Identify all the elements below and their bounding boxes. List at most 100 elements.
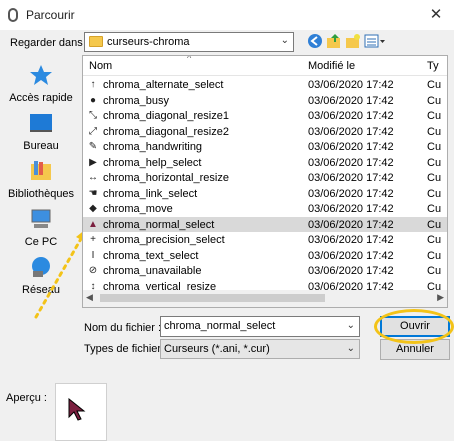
column-type[interactable]: Ty xyxy=(427,60,439,72)
file-date: 03/06/2020 17:42 xyxy=(308,218,394,231)
file-row[interactable]: ✎ chroma_handwriting 03/06/2020 17:42 Cu xyxy=(83,139,447,155)
file-name: chroma_diagonal_resize1 xyxy=(103,110,229,122)
filename-label: Nom du fichier : xyxy=(84,322,162,334)
file-list[interactable]: ^ Nom Modifié le Ty ↑ chroma_alternate_se… xyxy=(82,55,448,308)
cursor-preview-icon xyxy=(68,398,86,421)
network-icon xyxy=(32,257,50,277)
file-row[interactable]: ⤡ chroma_diagonal_resize1 03/06/2020 17:42… xyxy=(83,108,447,124)
file-type: Cu xyxy=(427,110,442,122)
file-date: 03/06/2020 17:42 xyxy=(308,187,394,200)
horizontal-scrollbar[interactable]: ◀ ▶ xyxy=(83,290,447,307)
scroll-right-icon[interactable]: ▶ xyxy=(437,292,444,303)
file-date: 03/06/2020 17:42 xyxy=(308,234,394,246)
cursor-file-icon: ▶ xyxy=(89,156,97,168)
place-desktop[interactable]: Bureau xyxy=(8,112,74,152)
back-icon xyxy=(308,34,322,48)
preview-label: Aperçu : xyxy=(6,392,47,404)
file-row[interactable]: ● chroma_busy 03/06/2020 17:42 Cu xyxy=(83,93,447,109)
file-name: chroma_text_select xyxy=(103,249,199,262)
star-icon xyxy=(30,65,52,85)
chevron-down-icon: ⌄ xyxy=(346,343,355,354)
place-label: Ce PC xyxy=(24,236,58,248)
file-row[interactable]: Ichroma_text_select 03/06/2020 17:42 Cu xyxy=(83,248,447,264)
file-type: Cu xyxy=(427,172,442,184)
file-type: Cu xyxy=(427,79,442,91)
file-name: chroma_alternate_select xyxy=(103,79,224,91)
desktop-icon xyxy=(30,114,52,132)
folder-up-icon xyxy=(327,34,340,48)
scroll-thumb[interactable] xyxy=(100,294,325,302)
place-network[interactable]: Réseau xyxy=(8,256,74,296)
cursor-file-icon: + xyxy=(90,234,96,245)
column-modified[interactable]: Modifié le xyxy=(308,60,355,72)
file-name: chroma_link_select xyxy=(103,187,198,200)
file-name: chroma_precision_select xyxy=(103,234,225,246)
filetype-select[interactable]: Curseurs (*.ani, *.cur) ⌄ xyxy=(160,339,360,359)
chevron-down-icon[interactable]: ⌄ xyxy=(347,320,355,331)
scroll-left-icon[interactable]: ◀ xyxy=(86,292,93,303)
file-name: chroma_move xyxy=(103,203,173,215)
file-type: Cu xyxy=(427,141,442,153)
place-label: Accès rapide xyxy=(9,92,73,104)
place-libraries[interactable]: Bibliothèques xyxy=(8,160,74,200)
preview-box xyxy=(55,383,107,441)
lookin-label: Regarder dans : xyxy=(10,37,89,49)
file-row[interactable]: ▲ chroma_normal_select 03/06/2020 17:42 Cu xyxy=(83,216,447,232)
file-type: Cu xyxy=(427,218,442,231)
file-row[interactable]: ⤢ chroma_diagonal_resize2 03/06/2020 17:42… xyxy=(83,124,447,140)
filename-input[interactable]: chroma_normal_select ⌄ xyxy=(160,316,360,337)
cursor-file-icon: I xyxy=(91,249,95,261)
cancel-button[interactable]: Annuler xyxy=(380,339,450,360)
file-type: Cu xyxy=(427,125,442,138)
file-row[interactable]: ◆ chroma_move 03/06/2020 17:42 Cu xyxy=(83,201,447,217)
lookin-value: curseurs-chroma xyxy=(107,36,190,48)
close-button[interactable]: ✕ xyxy=(426,5,446,25)
paperclip-icon xyxy=(8,8,18,22)
file-date: 03/06/2020 17:42 xyxy=(308,265,394,277)
lookin-dropdown[interactable]: curseurs-chroma ⌄ xyxy=(84,32,294,52)
file-name: chroma_unavailable xyxy=(103,265,202,277)
view-menu-button[interactable] xyxy=(364,33,386,51)
file-row[interactable]: ↑ chroma_alternate_select 03/06/2020 17:42… xyxy=(83,77,447,93)
place-this-pc[interactable]: Ce PC xyxy=(8,208,74,248)
chevron-down-icon: ⌄ xyxy=(280,35,289,46)
title-bar: Parcourir ✕ xyxy=(0,0,454,30)
open-button[interactable]: Ouvrir xyxy=(380,316,450,337)
places-bar: Accès rapide Bureau Bibliothèques Ce PC … xyxy=(8,56,74,321)
cursor-file-icon: ● xyxy=(89,94,97,106)
file-row[interactable]: ☚ chroma_link_select 03/06/2020 17:42 Cu xyxy=(83,186,447,202)
filename-value: chroma_normal_select xyxy=(164,320,276,332)
computer-icon xyxy=(31,209,51,228)
place-quick-access[interactable]: Accès rapide xyxy=(8,64,74,104)
file-row[interactable]: ↔ chroma_horizontal_resize 03/06/2020 17:4… xyxy=(83,170,447,186)
file-date: 03/06/2020 17:42 xyxy=(308,141,394,153)
cursor-file-icon: ↑ xyxy=(90,79,96,90)
cursor-file-icon: ✎ xyxy=(88,141,98,152)
file-type: Cu xyxy=(427,234,442,246)
column-name[interactable]: Nom xyxy=(89,60,112,72)
file-row[interactable]: ▶ chroma_help_select 03/06/2020 17:42 Cu xyxy=(83,155,447,171)
back-button[interactable] xyxy=(306,33,324,51)
file-type: Cu xyxy=(427,203,442,215)
file-name: chroma_diagonal_resize2 xyxy=(103,125,229,138)
file-date: 03/06/2020 17:42 xyxy=(308,125,394,138)
file-date: 03/06/2020 17:42 xyxy=(308,249,394,262)
up-folder-button[interactable] xyxy=(325,33,343,51)
sort-ascending-icon: ^ xyxy=(187,55,192,63)
file-type: Cu xyxy=(427,249,442,262)
place-label: Bureau xyxy=(23,140,59,152)
file-date: 03/06/2020 17:42 xyxy=(308,79,394,91)
place-label: Bibliothèques xyxy=(8,188,75,200)
view-menu-icon xyxy=(364,34,385,48)
cursor-file-icon: ☚ xyxy=(88,187,98,199)
file-row[interactable]: + chroma_precision_select 03/06/2020 17:42… xyxy=(83,232,447,248)
file-row[interactable]: ⊘ chroma_unavailable 03/06/2020 17:42 Cu xyxy=(83,263,447,279)
file-name: chroma_help_select xyxy=(103,156,202,169)
new-folder-button[interactable] xyxy=(344,33,362,51)
libraries-icon xyxy=(31,161,51,180)
file-type: Cu xyxy=(427,265,442,277)
file-date: 03/06/2020 17:42 xyxy=(308,94,394,107)
new-folder-icon xyxy=(346,34,360,48)
folder-icon xyxy=(89,36,103,47)
file-name: chroma_horizontal_resize xyxy=(103,172,229,184)
